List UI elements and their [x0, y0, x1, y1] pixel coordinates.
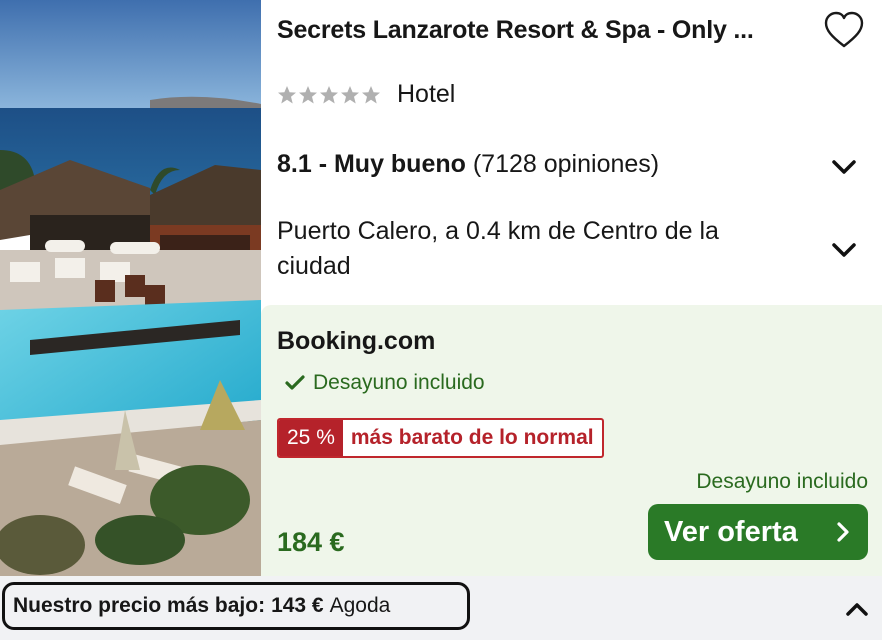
hotel-info: Secrets Lanzarote Resort & Spa - Only ..…	[261, 0, 882, 305]
rating-score: 8.1 - Muy bueno	[277, 150, 466, 178]
lowest-price-provider: Agoda	[329, 594, 391, 617]
check-icon	[285, 375, 305, 390]
chevron-down-icon[interactable]	[830, 157, 858, 177]
breakfast-label: Desayuno incluido	[313, 371, 485, 394]
hotel-card[interactable]: Secrets Lanzarote Resort & Spa - Only ..…	[0, 0, 882, 576]
deal-provider: Booking.com	[277, 327, 436, 355]
view-offer-button[interactable]: Ver oferta	[648, 504, 868, 560]
favorite-heart-icon[interactable]	[823, 10, 865, 50]
breakfast-note: Desayuno incluido	[696, 470, 868, 493]
chevron-down-icon[interactable]	[830, 240, 858, 260]
discount-text: más barato de lo normal	[350, 426, 594, 449]
rating-summary[interactable]: 8.1 - Muy bueno (7128 opiniones)	[277, 150, 659, 179]
accommodation-type: Hotel	[397, 80, 456, 108]
deal-price: 184 €	[277, 527, 345, 557]
stars-row: Hotel	[277, 80, 455, 109]
lowest-price-value: 143 €	[271, 594, 324, 617]
resort-pool-image	[0, 0, 261, 576]
star-icon	[299, 85, 317, 103]
lowest-price-label: Nuestro precio más bajo:	[13, 594, 266, 617]
star-rating	[277, 85, 381, 105]
hotel-photo[interactable]	[0, 0, 261, 576]
star-icon	[341, 85, 359, 103]
hotel-location[interactable]: Puerto Calero, a 0.4 km de Centro de la …	[277, 214, 777, 284]
discount-percent: 25 %	[279, 420, 343, 456]
star-icon	[362, 85, 380, 103]
chevron-up-icon[interactable]	[844, 600, 870, 618]
star-icon	[320, 85, 338, 103]
discount-badge: 25 % más barato de lo normal	[277, 418, 604, 458]
lowest-price-bar[interactable]: Nuestro precio más bajo: 143 € Agoda	[0, 576, 882, 640]
breakfast-included: Desayuno incluido	[285, 371, 485, 395]
deal-panel[interactable]: Booking.com Desayuno incluido 25 % más b…	[261, 305, 882, 576]
lowest-price-summary[interactable]: Nuestro precio más bajo: 143 € Agoda	[2, 582, 470, 630]
star-icon	[278, 85, 296, 103]
review-count: (7128 opiniones)	[472, 150, 660, 178]
view-offer-label: Ver oferta	[664, 515, 798, 548]
hotel-name[interactable]: Secrets Lanzarote Resort & Spa - Only ..…	[277, 16, 797, 45]
chevron-right-icon	[837, 522, 849, 542]
